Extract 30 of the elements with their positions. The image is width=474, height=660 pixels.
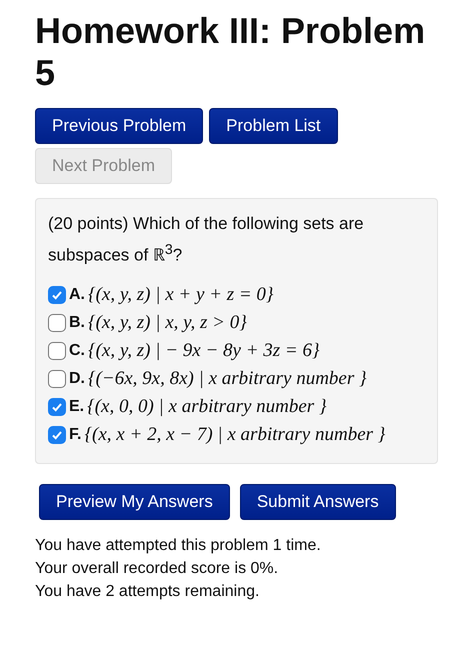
nav-button[interactable]: Problem List xyxy=(209,108,338,144)
option-letter: D. xyxy=(69,370,85,388)
option-set: {(x, y, z) | x, y, z > 0} xyxy=(88,310,247,335)
option-letter: E. xyxy=(69,398,84,416)
problem-prompt: (20 points) Which of the following sets are subspaces of ℝ$^{3}$? xyxy=(48,213,365,267)
option-set: {(x, y, z) | − 9x − 8y + 3z = 6} xyxy=(88,338,320,363)
option-letter: C. xyxy=(69,342,85,360)
option-set: {(x, 0, 0) | x arbitrary number } xyxy=(87,394,327,419)
check-icon xyxy=(51,428,63,441)
option-letter: F. xyxy=(69,426,82,444)
submit-button[interactable]: Submit Answers xyxy=(240,484,396,520)
checkbox[interactable] xyxy=(48,398,66,416)
option-set: {(x, x + 2, x − 7) | x arbitrary number } xyxy=(84,422,386,447)
checkbox[interactable] xyxy=(48,426,66,444)
option-letter: A. xyxy=(69,286,85,304)
submit-button[interactable]: Preview My Answers xyxy=(39,484,230,520)
checkbox[interactable] xyxy=(48,286,66,304)
checkbox[interactable] xyxy=(48,314,66,332)
page-title: Homework III: Problem 5 xyxy=(35,10,426,94)
status-text: You have 2 attempts remaining. xyxy=(35,582,260,602)
check-icon xyxy=(51,400,63,413)
nav-button[interactable]: Previous Problem xyxy=(35,108,204,144)
checkbox[interactable] xyxy=(48,370,66,388)
checkbox[interactable] xyxy=(48,342,66,360)
status-text: Your overall recorded score is 0%. xyxy=(35,558,280,579)
status-text: You have attempted this problem 1 time. xyxy=(35,536,322,556)
option-set: {(−6x, 9x, 8x) | x arbitrary number } xyxy=(88,366,367,391)
check-icon xyxy=(51,288,63,301)
option-set: {(x, y, z) | x + y + z = 0} xyxy=(88,282,274,307)
option-letter: B. xyxy=(69,314,85,332)
